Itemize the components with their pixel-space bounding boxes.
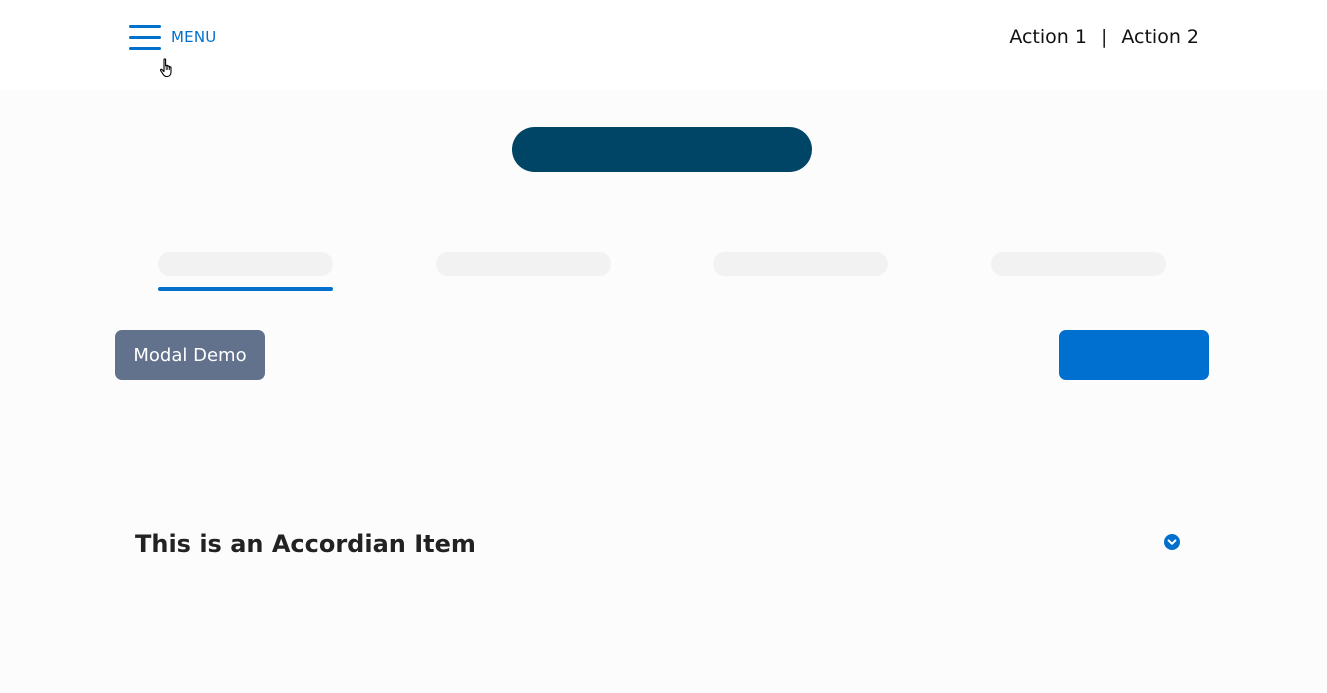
hero-banner-placeholder	[512, 127, 812, 172]
hamburger-icon[interactable]	[129, 24, 161, 51]
menu-label[interactable]: MENU	[171, 24, 216, 51]
hand-pointer-cursor-icon	[159, 58, 172, 78]
actions-separator: |	[1100, 26, 1108, 48]
tab-4-label-placeholder	[991, 252, 1166, 276]
tab-bar	[0, 252, 1327, 296]
tab-2[interactable]	[436, 252, 611, 292]
primary-action-button[interactable]	[1059, 330, 1209, 380]
tab-3-label-placeholder	[713, 252, 888, 276]
header-actions: Action 1 | Action 2	[1009, 24, 1199, 50]
tab-2-label-placeholder	[436, 252, 611, 276]
tab-1[interactable]	[158, 252, 333, 292]
accordion-item[interactable]: This is an Accordian Item	[115, 508, 1209, 584]
tab-1-label-placeholder	[158, 252, 333, 276]
menu-toggle[interactable]: MENU	[129, 24, 216, 51]
accordion-title[interactable]: This is an Accordian Item	[135, 530, 476, 558]
chevron-down-circle-icon[interactable]	[1164, 534, 1180, 550]
action-2-link[interactable]: Action 2	[1121, 24, 1199, 50]
tab-4[interactable]	[991, 252, 1166, 292]
top-header: MENU Action 1 | Action 2	[0, 0, 1327, 90]
tab-3[interactable]	[713, 252, 888, 292]
modal-demo-button[interactable]: Modal Demo	[115, 330, 265, 380]
active-tab-indicator	[158, 287, 333, 291]
action-1-link[interactable]: Action 1	[1009, 24, 1087, 50]
